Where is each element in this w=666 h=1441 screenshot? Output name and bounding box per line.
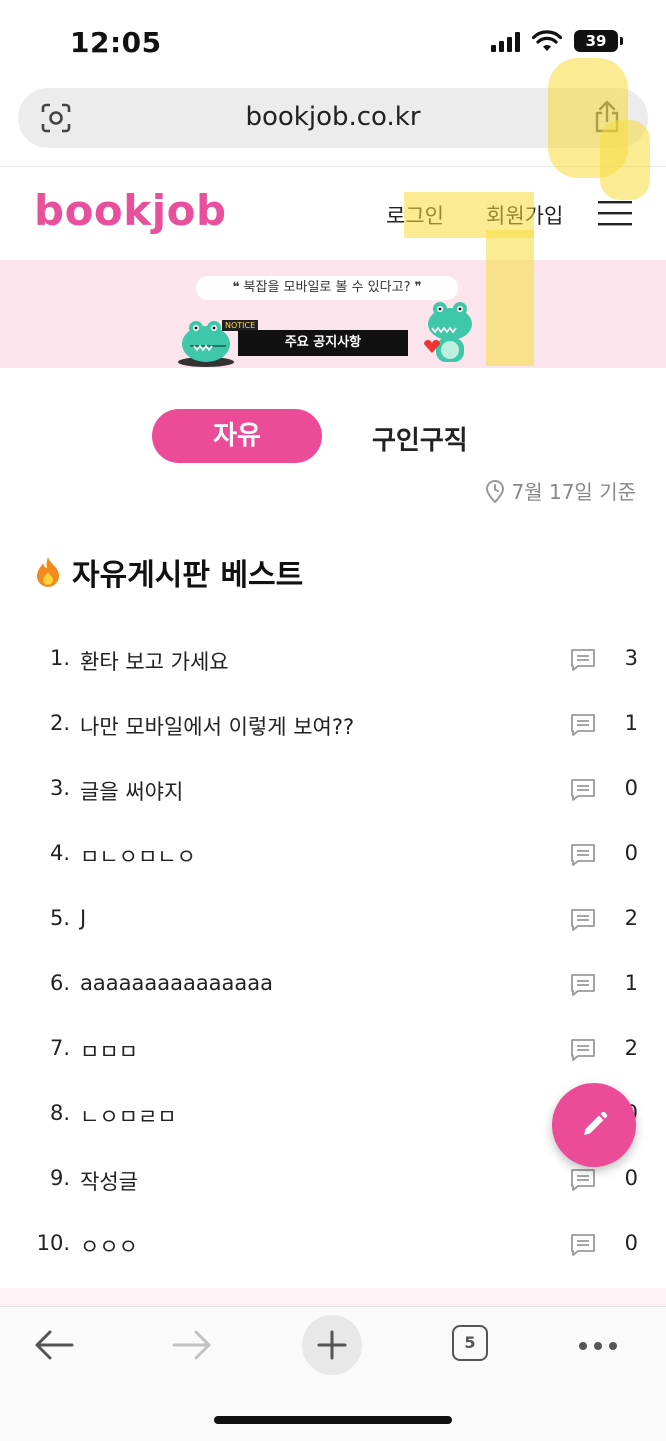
notice-banner[interactable]: ❝ 북잡을 모바일로 볼 수 있다고? ❞ NOTICE 주요 공지사항: [0, 260, 666, 368]
post-item[interactable]: 10. ㅇㅇㅇ 0: [0, 1211, 666, 1276]
comment-icon: [571, 844, 595, 866]
clock-icon: [485, 479, 504, 503]
comment-icon: [571, 974, 595, 996]
post-rank: 10.: [36, 1231, 70, 1255]
signal-icon: [491, 30, 520, 52]
status-icons: 39: [491, 30, 623, 52]
post-item[interactable]: 6. aaaaaaaaaaaaaaa 1: [0, 951, 666, 1016]
post-item[interactable]: 3. 글을 써야지 0: [0, 756, 666, 821]
post-rank: 7.: [49, 1036, 70, 1060]
post-title[interactable]: 글을 써야지: [80, 776, 183, 806]
post-rank: 4.: [49, 841, 70, 865]
board-title-text: 자유게시판 베스트: [72, 558, 304, 593]
post-title[interactable]: 나만 모바일에서 이렇게 보여??: [80, 711, 354, 741]
board-title: 자유게시판 베스트: [34, 550, 303, 594]
home-indicator: [214, 1416, 452, 1424]
crocodile-mascot-right: [424, 302, 472, 362]
forward-arrow-icon[interactable]: [172, 1329, 212, 1361]
basis-date: 7월 17일 기준: [484, 476, 637, 505]
post-rank: 1.: [49, 646, 70, 670]
post-title[interactable]: ㅁㅁㅁ: [80, 1036, 138, 1066]
comment-icon: [571, 1169, 595, 1191]
comment-count: 0: [624, 776, 638, 800]
banner-bubble: ❝ 북잡을 모바일로 볼 수 있다고? ❞: [196, 276, 458, 300]
comment-icon: [571, 1039, 595, 1061]
post-item[interactable]: 7. ㅁㅁㅁ 2: [0, 1016, 666, 1081]
hamburger-menu-icon[interactable]: [598, 200, 632, 226]
highlight-mark: [600, 120, 650, 200]
write-post-button[interactable]: [552, 1083, 636, 1167]
post-rank: 2.: [49, 711, 70, 735]
comment-icon: [571, 714, 595, 736]
comment-count: 2: [624, 906, 638, 930]
comment-count: 0: [624, 1166, 638, 1190]
status-time: 12:05: [70, 26, 162, 59]
post-rank: 9.: [49, 1166, 70, 1190]
post-item[interactable]: 2. 나만 모바일에서 이렇게 보여?? 1: [0, 691, 666, 756]
comment-count: 1: [624, 711, 638, 735]
footer-strip: [0, 1288, 666, 1306]
basis-date-text: 7월 17일 기준: [511, 480, 637, 504]
post-item[interactable]: 5. J 2: [0, 886, 666, 951]
comment-count: 0: [624, 841, 638, 865]
post-title[interactable]: ㅇㅇㅇ: [80, 1231, 138, 1261]
post-title[interactable]: ㄴㅇㅁㄹㅁ: [80, 1101, 177, 1131]
tab-switcher-button[interactable]: 5: [452, 1325, 488, 1361]
comment-icon: [571, 909, 595, 931]
tab-free-board[interactable]: 자유: [152, 409, 322, 463]
more-options-icon[interactable]: [578, 1341, 618, 1351]
post-rank: 3.: [49, 776, 70, 800]
post-rank: 8.: [49, 1101, 70, 1125]
highlight-mark: [486, 230, 534, 366]
comment-count: 3: [624, 646, 638, 670]
post-item[interactable]: 1. 환타 보고 가세요 3: [0, 626, 666, 691]
back-arrow-icon[interactable]: [34, 1329, 74, 1361]
post-title[interactable]: ㅁㄴㅇㅁㄴㅇ: [80, 841, 196, 871]
new-tab-button[interactable]: [302, 1315, 362, 1375]
comment-count: 0: [624, 1231, 638, 1255]
site-logo[interactable]: bookjob: [34, 186, 227, 235]
fire-icon: [37, 557, 59, 587]
post-list: 1. 환타 보고 가세요 3 2. 나만 모바일에서 이렇게 보여?? 1 3.…: [0, 626, 666, 1276]
tab-job-board[interactable]: 구인구직: [372, 420, 468, 457]
plus-icon: [317, 1330, 347, 1360]
comment-icon: [571, 649, 595, 671]
post-rank: 6.: [49, 971, 70, 995]
post-title[interactable]: aaaaaaaaaaaaaaa: [80, 971, 273, 995]
post-title[interactable]: J: [80, 906, 86, 930]
comment-icon: [571, 1234, 595, 1256]
comment-count: 2: [624, 1036, 638, 1060]
comment-icon: [571, 779, 595, 801]
post-rank: 5.: [49, 906, 70, 930]
comment-count: 1: [624, 971, 638, 995]
notice-bar: 주요 공지사항: [238, 330, 408, 356]
battery-indicator: 39: [574, 30, 623, 52]
pencil-icon: [584, 1111, 608, 1135]
post-title[interactable]: 작성글: [80, 1166, 138, 1196]
post-title[interactable]: 환타 보고 가세요: [80, 646, 229, 676]
post-item[interactable]: 4. ㅁㄴㅇㅁㄴㅇ 0: [0, 821, 666, 886]
wifi-icon: [532, 30, 562, 51]
